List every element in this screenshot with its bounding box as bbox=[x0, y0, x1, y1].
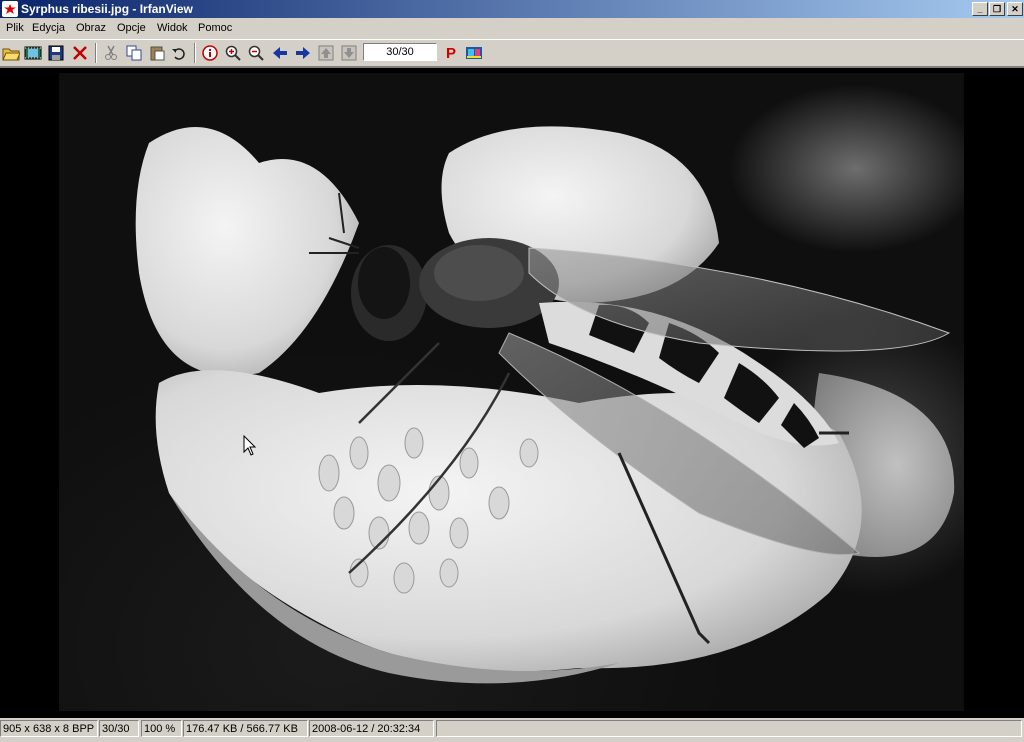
status-file-size: 176.47 KB / 566.77 KB bbox=[183, 720, 308, 737]
zoom-out-icon[interactable] bbox=[246, 43, 266, 63]
menu-obraz[interactable]: Obraz bbox=[76, 22, 106, 34]
cut-icon[interactable] bbox=[101, 43, 121, 63]
menu-edycja[interactable]: Edycja bbox=[32, 22, 65, 34]
menu-bar: Plik Edycja Obraz Opcje Widok Pomoc bbox=[0, 19, 1024, 38]
status-image-index: 30/30 bbox=[99, 720, 139, 737]
save-icon[interactable] bbox=[46, 43, 66, 63]
open-folder-icon[interactable] bbox=[1, 43, 21, 63]
paste-icon[interactable] bbox=[147, 43, 167, 63]
status-datetime: 2008-06-12 / 20:32:34 bbox=[309, 720, 434, 737]
menu-widok[interactable]: Widok bbox=[157, 22, 188, 34]
info-icon[interactable] bbox=[200, 43, 220, 63]
title-bar: Syrphus ribesii.jpg - IrfanView _ ❐ ✕ bbox=[0, 0, 1024, 18]
toolbar: 30/30 P bbox=[0, 39, 1024, 67]
menu-opcje[interactable]: Opcje bbox=[117, 22, 146, 34]
zoom-in-icon[interactable] bbox=[223, 43, 243, 63]
irfanview-app-icon[interactable] bbox=[2, 1, 18, 17]
restore-button[interactable]: ❐ bbox=[989, 2, 1005, 16]
window-title: Syrphus ribesii.jpg - IrfanView bbox=[21, 2, 193, 16]
minimize-button[interactable]: _ bbox=[972, 2, 988, 16]
close-button[interactable]: ✕ bbox=[1007, 2, 1023, 16]
image-viewport[interactable] bbox=[0, 67, 1024, 718]
plugin-p-icon[interactable]: P bbox=[441, 43, 461, 63]
status-empty-panel bbox=[436, 720, 1022, 737]
scan-acquire-icon[interactable] bbox=[464, 43, 484, 63]
menu-pomoc[interactable]: Pomoc bbox=[198, 22, 232, 34]
mouse-cursor-icon bbox=[243, 435, 257, 456]
toolbar-separator bbox=[95, 43, 97, 63]
status-dimensions: 905 x 638 x 8 BPP bbox=[0, 720, 98, 737]
previous-image-arrow-icon[interactable] bbox=[270, 43, 290, 63]
toolbar-separator bbox=[194, 43, 196, 63]
status-zoom: 100 % bbox=[141, 720, 182, 737]
next-image-arrow-icon[interactable] bbox=[293, 43, 313, 63]
copy-icon[interactable] bbox=[124, 43, 144, 63]
first-page-arrow-icon[interactable] bbox=[316, 43, 336, 63]
status-bar: 905 x 638 x 8 BPP 30/30 100 % 176.47 KB … bbox=[0, 718, 1024, 740]
slideshow-icon[interactable] bbox=[23, 43, 43, 63]
menu-plik[interactable]: Plik bbox=[6, 22, 24, 34]
image-syrphus-ribesii-hoverfly-on-flower bbox=[59, 73, 964, 711]
last-page-arrow-icon[interactable] bbox=[339, 43, 359, 63]
undo-icon[interactable] bbox=[169, 43, 189, 63]
page-number-field[interactable]: 30/30 bbox=[363, 43, 437, 61]
delete-icon[interactable] bbox=[70, 43, 90, 63]
